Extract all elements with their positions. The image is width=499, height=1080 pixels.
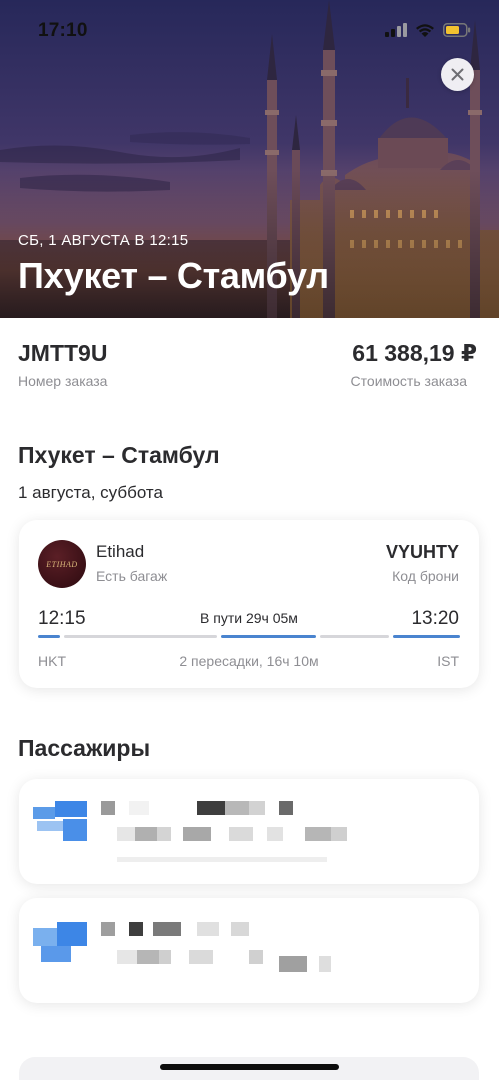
hero-date: СБ, 1 АВГУСТА В 12:15	[18, 232, 189, 249]
home-indicator[interactable]	[160, 1064, 339, 1070]
wifi-icon	[416, 23, 434, 37]
status-icons	[385, 20, 471, 40]
timeline-segment-flight	[38, 635, 60, 638]
timeline-segment-layover	[320, 635, 389, 638]
baggage-info: Есть багаж	[96, 568, 168, 584]
status-time: 17:10	[38, 20, 88, 41]
order-number-label: Номер заказа	[18, 373, 108, 389]
order-price: 61 388,19 ₽	[352, 340, 477, 366]
airline-logo-text: ETIHAD	[46, 559, 78, 569]
transfers-info: 2 пересадки, 16ч 10м	[179, 653, 319, 669]
arrival-time: 13:20	[411, 608, 459, 629]
route-title: Пхукет – Стамбул	[18, 442, 220, 468]
cellular-icon	[385, 23, 407, 37]
booking-code: VYUHTY	[385, 542, 459, 562]
flight-duration: В пути 29ч 05м	[200, 610, 298, 626]
passenger-card[interactable]	[19, 898, 479, 1003]
battery-icon	[443, 23, 471, 37]
status-bar: 17:10	[0, 0, 499, 58]
order-number: JMTT9U	[18, 340, 108, 366]
hero-title: Пхукет – Стамбул	[18, 255, 329, 296]
order-price-label: Стоимость заказа	[350, 373, 467, 389]
flight-card[interactable]: ETIHAD Etihad Есть багаж VYUHTY Код брон…	[19, 520, 479, 688]
arrival-airport-code: IST	[437, 653, 459, 669]
etihad-logo: ETIHAD	[38, 540, 86, 588]
passenger-card[interactable]	[19, 779, 479, 884]
passengers-title: Пассажиры	[18, 735, 151, 761]
booking-code-label: Код брони	[392, 568, 459, 584]
route-date: 1 августа, суббота	[18, 483, 163, 502]
timeline-segment-flight	[392, 635, 460, 638]
timeline-segment-layover	[63, 635, 218, 638]
timeline-segment-flight	[221, 635, 317, 638]
close-icon	[451, 68, 464, 81]
close-button[interactable]	[441, 58, 474, 91]
flight-timeline	[38, 635, 460, 638]
hero-banner: 17:10 СБ, 1 АВГУСТА В 12:15 Пхукет – Ста…	[0, 0, 499, 318]
airline-name: Etihad	[96, 542, 145, 561]
